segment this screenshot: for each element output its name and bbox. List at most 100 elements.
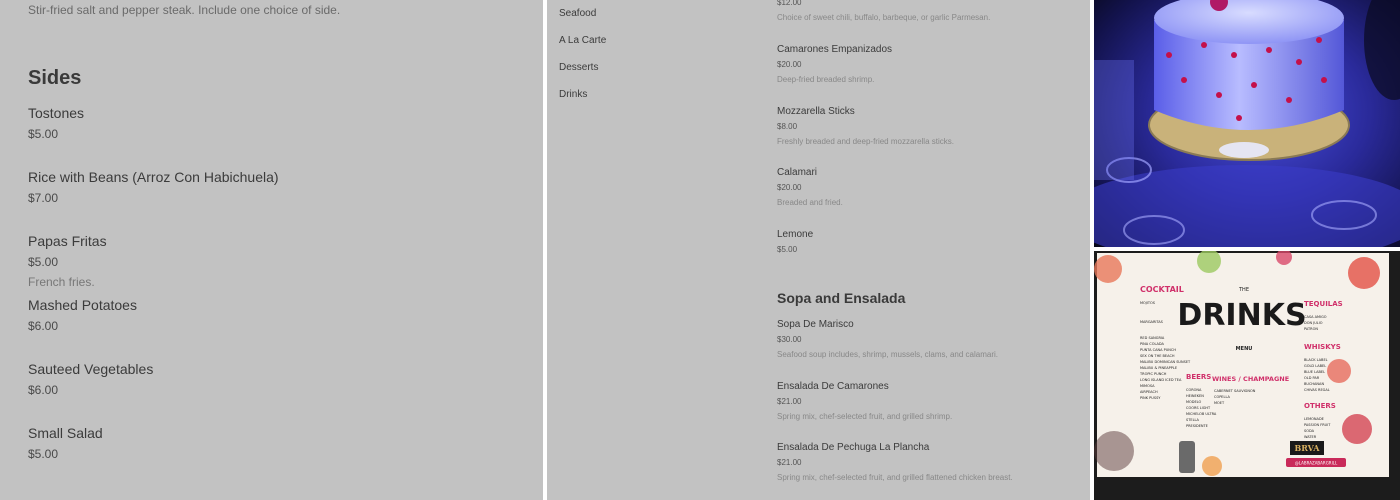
drinks-menu-the: THE [1238,287,1249,293]
beer-item: PRESIDENTE [1186,424,1208,428]
other-item: PASSION FRUIT [1304,423,1331,427]
wine-item: MOET [1214,401,1225,405]
cocktail-item: PUNTA CANA PUNCH [1140,348,1176,352]
section-heading-sopa-ensalada: Sopa and Ensalada [777,290,906,306]
tequilas-heading: TEQUILAS [1304,300,1343,308]
cocktail-heading: COCKTAIL [1140,285,1184,294]
other-item: SODA [1304,429,1315,433]
whisky-item: BLACK LABEL [1304,358,1328,362]
whiskys-heading: WHISKYS [1304,343,1341,351]
beer-item: STELLA [1186,418,1200,422]
menu-item-name: Papas Fritas [28,233,107,249]
menu-item-price: $5.00 [28,255,59,269]
menu-item-price: $8.00 [777,121,798,131]
menu-item-description: Deep-fried breaded shrimp. [777,75,875,84]
cocktail-item: LONG ISLAND ICED TEA [1140,378,1182,382]
menu-item-name: Calamari [777,167,818,178]
cocktail-item: MALIBU & PINEAPPLE [1140,366,1177,370]
menu-item-price: $12.00 [777,0,802,7]
beer-item: HEINEKEN [1186,394,1204,398]
menu-item-price: $20.00 [777,60,802,69]
whisky-item: BLUE LABEL [1304,370,1325,374]
menu-item-description: French fries. [28,275,95,289]
drinks-menu-label: MENU [1236,346,1253,352]
social-handle: @LABRAZABARGRILL [1295,461,1338,466]
menu-item-description: Spring mix, chef-selected fruit, and gri… [777,411,953,421]
whisky-item: GOLD LABEL [1304,364,1326,368]
cocktail-item: MIMOSA [1140,384,1155,388]
cake-photo[interactable] [1094,0,1400,247]
menu-item[interactable]: Sauteed Vegetables $6.00 [28,360,528,424]
menu-panel-left: Stir-fried salt and pepper steak. Includ… [0,0,543,500]
cocktail-item: TROPIC PUNCH [1139,372,1167,376]
menu-item[interactable]: Small Salad $5.00 [28,424,528,488]
menu-panel-middle: Seafood A La Carte Desserts Drinks $12.0… [547,0,1090,500]
menu-item-name: Camarones Empanizados [777,44,893,55]
menu-item-price: $21.00 [777,458,802,467]
wine-item: COPELLA [1214,395,1231,399]
previous-item-tail: $12.00 Choice of sweet chili, buffalo, b… [777,0,1077,23]
menu-item-name: Tostones [28,105,85,121]
nav-item-seafood[interactable]: Seafood [559,8,606,35]
other-item: LEMONADE [1304,417,1324,421]
nav-item-desserts[interactable]: Desserts [559,62,606,89]
tequila-item: CASA AMIGO [1304,315,1327,319]
menu-item[interactable]: Sopa De Marisco $30.00 Seafood soup incl… [777,319,1077,381]
whisky-item: CHIVAS REGAL [1304,388,1330,392]
section-heading-sides: Sides [28,67,82,89]
sides-list: Tostones $5.00 Rice with Beans (Arroz Co… [28,104,528,488]
menu-item[interactable]: Lemone $5.00 [777,229,1077,291]
beers-heading: BEERS [1186,373,1211,381]
wines-heading: WINES / CHAMPAGNE [1212,375,1289,383]
menu-item-name: Mozzarella Sticks [777,105,855,117]
whisky-item: BUCHANAN [1304,382,1324,386]
beer-item: MICHELOB ULTRA [1186,412,1217,416]
sopa-ensalada-list: Sopa De Marisco $30.00 Seafood soup incl… [777,319,1077,500]
menu-item-price: $5.00 [28,447,59,461]
menu-item-name: Small Salad [28,425,103,441]
menu-item-price: $30.00 [777,335,802,344]
menu-item-price: $21.00 [777,396,802,406]
menu-item-name: Sopa De Marisco [777,319,854,330]
item-description: Stir-fried salt and pepper steak. Includ… [28,3,341,17]
drinks-menu-photo[interactable]: THE DRINKS MENU COCKTAIL MOJITOS MARGARI… [1094,251,1400,500]
menu-item[interactable]: Ensalada De Pechuga La Plancha $21.00 Sp… [777,442,1077,500]
menu-item-description: Breaded and fried. [777,198,843,207]
cocktail-item: MOJITOS [1140,301,1156,305]
menu-item-price: $7.00 [28,191,59,205]
cocktail-item: PINK PUSSY [1140,396,1161,400]
brand-logo: BRVA [1295,443,1321,453]
drinks-menu-title: DRINKS [1177,298,1306,333]
menu-item[interactable]: Calamari $20.00 Breaded and fried. [777,167,1077,229]
menu-item-price: $6.00 [28,319,59,333]
others-heading: OTHERS [1304,402,1336,410]
nav-item-a-la-carte[interactable]: A La Carte [559,35,606,62]
menu-item[interactable]: Papas Fritas $5.00 French fries. [28,232,528,296]
menu-item-description: Freshly breaded and deep-fried mozzarell… [777,136,954,146]
cocktail-item: PINA COLADA [1140,342,1165,346]
menu-item[interactable]: Mozzarella Sticks $8.00 Freshly breaded … [777,106,1077,168]
menu-item[interactable]: Rice with Beans (Arroz Con Habichuela) $… [28,168,528,232]
drinks-menu-card: THE DRINKS MENU COCKTAIL MOJITOS MARGARI… [1094,251,1400,500]
menu-item[interactable]: Tostones $5.00 [28,104,528,168]
menu-item[interactable]: Mashed Potatoes $6.00 [28,296,528,360]
beer-item: MODELO [1186,400,1202,404]
nav-item-drinks[interactable]: Drinks [559,89,606,116]
menu-item-description: Spring mix, chef-selected fruit, and gri… [777,473,1013,482]
menu-item[interactable]: Camarones Empanizados $20.00 Deep-fried … [777,44,1077,106]
category-nav: Seafood A La Carte Desserts Drinks [559,8,606,116]
menu-item[interactable]: Ensalada De Camarones $21.00 Spring mix,… [777,381,1077,443]
menu-item-description: Seafood soup includes, shrimp, mussels, … [777,350,998,359]
menu-item-price: $5.00 [777,244,798,254]
cake-illustration [1094,0,1400,247]
menu-item-name: Mashed Potatoes [28,297,137,313]
whisky-item: OLD PAR [1304,376,1320,380]
tequila-item: PATRON [1304,327,1318,331]
wine-item: CABERNET SAUVIGNON [1214,389,1256,393]
cocktail-item: RED SANGRIA [1140,336,1165,340]
beer-item: COORS LIGHT [1186,406,1211,410]
cocktail-item: AIRPEACH [1140,390,1158,394]
other-item: WATER [1304,435,1317,439]
menu-item-name: Ensalada De Pechuga La Plancha [777,442,930,453]
menu-item-name: Lemone [777,228,814,240]
